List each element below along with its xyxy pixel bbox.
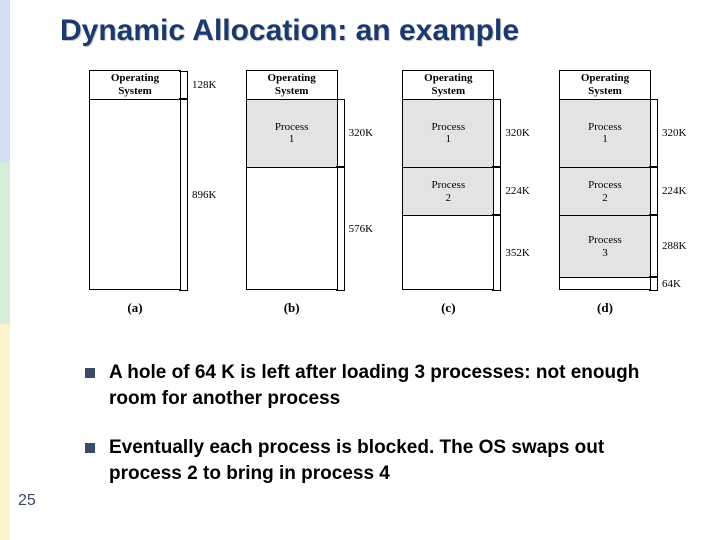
memory-segment: Process 1 (247, 99, 337, 168)
memory-segment: Operating System (247, 71, 337, 99)
brace-icon (493, 167, 501, 215)
segment-label: Process 1 (432, 121, 466, 146)
brace-icon (180, 71, 188, 99)
memory-column: Operating SystemProcess 1320KProcess 222… (559, 70, 651, 290)
segment-label: Process 1 (275, 121, 309, 146)
brace-label: 320K (505, 127, 529, 139)
diagram-caption: (a) (127, 300, 142, 316)
bullet-marker-icon (85, 443, 95, 453)
memory-diagram: Operating SystemProcess 1320KProcess 222… (530, 70, 680, 330)
diagram-caption: (d) (597, 300, 613, 316)
memory-segment: Process 2 (560, 167, 650, 215)
brace-label: 128K (192, 79, 216, 91)
brace-icon (650, 215, 658, 277)
brace-icon (180, 99, 188, 292)
slide-accent-bar (0, 0, 10, 540)
brace-label: 224K (662, 185, 686, 197)
memory-segment: Operating System (560, 71, 650, 99)
memory-column: Operating SystemProcess 1320KProcess 222… (402, 70, 494, 290)
memory-segment: Operating System (90, 71, 180, 99)
brace-icon (337, 99, 345, 168)
segment-label: Operating System (268, 72, 316, 97)
brace-icon (650, 167, 658, 215)
segment-label: Process 2 (588, 179, 622, 204)
brace-label: 352K (505, 247, 529, 259)
brace-icon (493, 99, 501, 168)
bullet-marker-icon (85, 368, 95, 378)
memory-segment: Process 1 (403, 99, 493, 168)
memory-diagrams: Operating System128K896K(a)Operating Sys… (60, 70, 680, 330)
brace-icon (493, 215, 501, 291)
brace-label: 576K (349, 223, 373, 235)
brace-icon (337, 167, 345, 291)
segment-label: Process 3 (588, 234, 622, 259)
memory-segment: Process 2 (403, 167, 493, 215)
memory-segment: Process 3 (560, 215, 650, 277)
segment-label: Process 2 (432, 179, 466, 204)
memory-segment (403, 215, 493, 291)
bullet-text: Eventually each process is blocked. The … (109, 435, 680, 486)
segment-label: Operating System (581, 72, 629, 97)
memory-column: Operating SystemProcess 1320K576K (246, 70, 338, 290)
bullet-text: A hole of 64 K is left after loading 3 p… (109, 360, 680, 411)
memory-diagram: Operating System128K896K (a) (60, 70, 210, 330)
bullet-item: A hole of 64 K is left after loading 3 p… (85, 360, 680, 411)
segment-label: Process 1 (588, 121, 622, 146)
diagram-caption: (c) (441, 300, 455, 316)
brace-icon (650, 277, 658, 291)
segment-label: Operating System (424, 72, 472, 97)
segment-label: Operating System (111, 72, 159, 97)
memory-column: Operating System128K896K (89, 70, 181, 290)
bullet-list: A hole of 64 K is left after loading 3 p… (85, 360, 680, 511)
bullet-item: Eventually each process is blocked. The … (85, 435, 680, 486)
brace-label: 64K (662, 278, 681, 290)
memory-diagram: Operating SystemProcess 1320K576K(b) (217, 70, 367, 330)
brace-label: 320K (349, 127, 373, 139)
brace-label: 896K (192, 189, 216, 201)
memory-segment (90, 99, 180, 292)
memory-segment (560, 277, 650, 291)
slide-title: Dynamic Allocation: an example (60, 14, 519, 48)
memory-segment (247, 167, 337, 291)
brace-label: 288K (662, 240, 686, 252)
brace-icon (650, 99, 658, 168)
memory-segment: Operating System (403, 71, 493, 99)
memory-diagram: Operating SystemProcess 1320KProcess 222… (373, 70, 523, 330)
page-number: 25 (18, 492, 36, 510)
brace-label: 320K (662, 127, 686, 139)
diagram-caption: (b) (284, 300, 300, 316)
brace-label: 224K (505, 185, 529, 197)
memory-segment: Process 1 (560, 99, 650, 168)
